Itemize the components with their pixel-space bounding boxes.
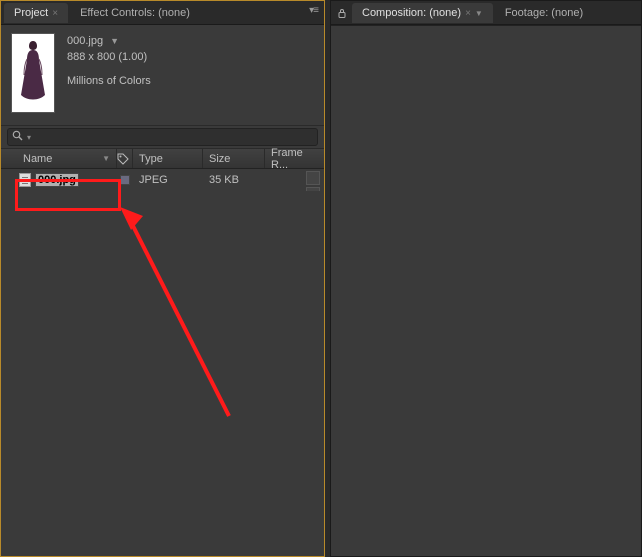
asset-color-depth: Millions of Colors — [67, 73, 151, 89]
column-type[interactable]: Type — [133, 149, 203, 168]
file-name[interactable]: 000.jpg — [35, 173, 79, 187]
label-color[interactable] — [120, 175, 130, 185]
annotation-arrow — [119, 206, 239, 426]
tab-label: Footage: (none) — [505, 7, 583, 19]
asset-dimensions: 888 x 800 (1.00) — [67, 49, 151, 65]
search-row: ▾ — [1, 125, 324, 149]
file-icon — [19, 173, 31, 187]
sort-icon: ▼ — [102, 154, 110, 163]
search-icon — [12, 130, 23, 144]
tab-project[interactable]: Project × — [4, 3, 68, 23]
project-list[interactable]: 000.jpg JPEG 35 KB — [1, 169, 324, 191]
column-frame-label: Frame R... — [271, 147, 318, 171]
column-expand[interactable] — [1, 149, 17, 168]
column-name[interactable]: Name ▼ — [17, 149, 117, 168]
list-utility-icons — [306, 169, 322, 191]
close-icon[interactable]: × — [52, 8, 58, 19]
table-row[interactable]: 000.jpg JPEG 35 KB — [1, 169, 324, 191]
tag-icon — [117, 153, 129, 165]
tab-effect-controls[interactable]: Effect Controls: (none) — [70, 3, 200, 23]
tab-label: Project — [14, 7, 48, 19]
column-size[interactable]: Size — [203, 149, 265, 168]
composition-viewer[interactable] — [331, 25, 641, 556]
asset-thumbnail[interactable] — [11, 33, 55, 113]
search-input[interactable]: ▾ — [7, 128, 318, 146]
asset-name: 000.jpg — [67, 33, 103, 49]
tab-footage[interactable]: Footage: (none) — [495, 3, 593, 23]
column-label[interactable] — [117, 149, 133, 168]
column-size-label: Size — [209, 153, 230, 165]
lock-icon[interactable] — [336, 7, 348, 19]
flowchart-icon[interactable] — [306, 187, 320, 191]
tab-label: Composition: (none) — [362, 7, 461, 19]
project-panel-tabbar: Project × Effect Controls: (none) ▾≡ — [1, 1, 324, 25]
close-icon[interactable]: × — [465, 8, 471, 19]
tab-label: Effect Controls: (none) — [80, 7, 190, 19]
column-name-label: Name — [23, 153, 52, 165]
file-type: JPEG — [133, 174, 203, 186]
chevron-down-icon: ▾ — [27, 133, 31, 142]
file-size: 35 KB — [203, 174, 265, 186]
column-type-label: Type — [139, 153, 163, 165]
asset-dropdown-icon[interactable]: ▼ — [110, 36, 119, 46]
composition-panel-tabbar: Composition: (none) × ▼ Footage: (none) — [331, 1, 641, 25]
chevron-down-icon[interactable]: ▼ — [475, 9, 483, 18]
panel-menu-icon[interactable]: ▾≡ — [309, 5, 318, 16]
column-frame-rate[interactable]: Frame R... — [265, 149, 324, 168]
project-columns: Name ▼ Type Size Frame R... — [1, 149, 324, 169]
tab-composition[interactable]: Composition: (none) × ▼ — [352, 3, 493, 23]
asset-info: 000.jpg ▼ 888 x 800 (1.00) Millions of C… — [1, 25, 324, 125]
interpret-icon[interactable] — [306, 171, 320, 185]
